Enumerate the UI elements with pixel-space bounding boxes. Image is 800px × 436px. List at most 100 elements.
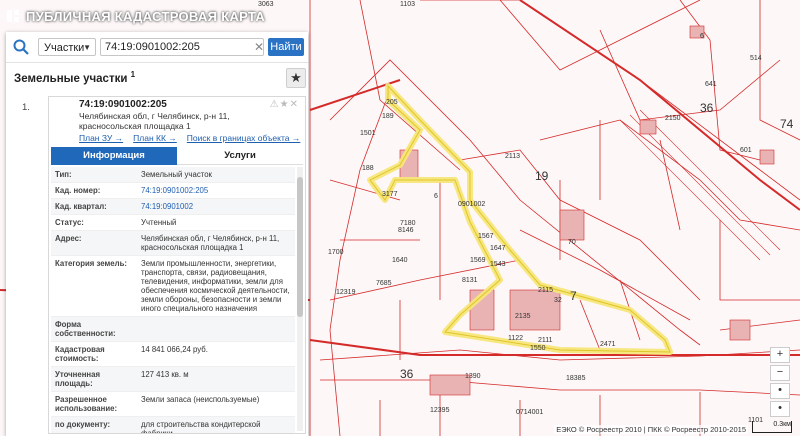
- tab-services[interactable]: Услуги: [177, 147, 303, 165]
- close-icon[interactable]: ✕: [290, 99, 299, 110]
- info-row-value[interactable]: 74:19:0901002: [137, 199, 295, 214]
- map-label: 8146: [398, 227, 414, 234]
- info-scrollbar[interactable]: [297, 167, 303, 431]
- map-label: 1569: [470, 257, 486, 264]
- chevron-down-icon: ▼: [83, 43, 91, 52]
- map-label: 74: [780, 117, 794, 131]
- link-search-in-bounds[interactable]: Поиск в границах объекта →: [187, 133, 301, 143]
- map-label: 2471: [600, 341, 616, 348]
- result-address: Челябинская обл, г Челябинск, р-н 11, кр…: [79, 111, 230, 131]
- clear-icon[interactable]: ✕: [254, 38, 264, 56]
- result-links: План ЗУ → План КК → Поиск в границах объ…: [79, 133, 305, 143]
- info-row: Статус: Учтенный: [51, 215, 295, 231]
- find-button[interactable]: Найти: [268, 38, 304, 56]
- map-label: 1122: [508, 335, 523, 342]
- search-icon[interactable]: [12, 38, 30, 56]
- info-row-key: Разрешенное использование:: [55, 395, 118, 413]
- result-cad-number[interactable]: 74:19:0901002:205: [79, 99, 167, 110]
- results-count: 1: [130, 70, 136, 79]
- info-row: Кад. номер: 74:19:0901002:205: [51, 183, 295, 199]
- link-plan-kk[interactable]: План КК →: [133, 133, 177, 143]
- map-label: 189: [382, 113, 394, 120]
- search-bar: Участки ▼ ✕ Найти: [6, 32, 308, 63]
- star-icon: ★: [290, 70, 302, 85]
- map-label: 18385: [566, 375, 586, 382]
- info-row: Тип: Земельный участок: [51, 167, 295, 183]
- warning-icon[interactable]: ⚠: [270, 99, 280, 110]
- info-row: Кадастровая стоимость: 14 841 066,24 руб.: [51, 342, 295, 367]
- map-label: 7180: [400, 220, 416, 227]
- info-row-value[interactable]: 74:19:0901002:205: [137, 183, 295, 198]
- tab-information[interactable]: Информация: [51, 147, 177, 165]
- app-brand: ПУБЛИЧНАЯ КАДАСТРОВАЯ КАРТА: [6, 6, 265, 26]
- info-row: Уточненная площадь: 127 413 кв. м: [51, 367, 295, 392]
- map-control-button[interactable]: •: [770, 383, 790, 399]
- info-row: Разрешенное использование: Земли запаса (…: [51, 392, 295, 417]
- map-label: 8131: [462, 277, 478, 284]
- card-tools: ⚠★✕: [270, 99, 299, 110]
- info-table: Тип: Земельный участок Кад. номер: 74:19:09…: [51, 167, 295, 434]
- map-label: 1103: [400, 1, 415, 8]
- info-row-value: Учтенный: [141, 218, 177, 227]
- map-label: 1700: [328, 249, 344, 256]
- info-row: Адрес: Челябинская обл, г Челябинск, р-н …: [51, 231, 295, 256]
- zoom-in-button[interactable]: +: [770, 347, 790, 363]
- map-label: 188: [362, 165, 374, 172]
- map-label: 0714001: [516, 409, 543, 416]
- map-label: 1567: [478, 233, 494, 240]
- search-panel: Участки ▼ ✕ Найти Земельные участки 1 ★ …: [6, 32, 308, 436]
- map-label: 514: [750, 55, 762, 62]
- info-row-key: по документу:: [55, 420, 111, 429]
- map-label: 2115: [538, 287, 553, 294]
- info-row-value: [137, 317, 295, 341]
- rosreestr-logo-icon: [7, 10, 19, 22]
- map-label: 32: [554, 297, 562, 304]
- result-index: 1.: [22, 102, 30, 113]
- scrollbar-thumb[interactable]: [297, 177, 303, 317]
- info-row-key: Кадастровая стоимость:: [55, 345, 105, 363]
- copyright: ЕЭКО © Росреестр 2010 | ПКК © Росреестр …: [554, 425, 748, 434]
- results-title-text: Земельные участки: [14, 72, 128, 85]
- object-type-value: Участки: [44, 42, 85, 54]
- map-control-button[interactable]: •: [770, 401, 790, 417]
- object-type-select[interactable]: Участки ▼: [38, 38, 96, 56]
- info-row-value: для строительства кондитерской фабрики,: [141, 420, 261, 434]
- info-row-value: Челябинская обл, г Челябинск, р-н 11, кр…: [141, 234, 280, 252]
- info-row-value: Земельный участок: [141, 170, 212, 179]
- map-label: 7: [570, 289, 577, 303]
- info-row-key: Категория земель:: [55, 259, 127, 268]
- info-row-key: Адрес:: [55, 234, 82, 243]
- map-label: 601: [740, 147, 752, 154]
- map-label: 1501: [360, 130, 376, 137]
- star-outline-icon[interactable]: ★: [280, 99, 290, 110]
- search-input[interactable]: [100, 38, 264, 56]
- favorite-button[interactable]: ★: [286, 68, 306, 88]
- map-label: 2111: [538, 337, 553, 344]
- info-row: Категория земель: Земли промышленности, э…: [51, 256, 295, 317]
- results-title: Земельные участки 1: [14, 70, 135, 85]
- zoom-out-button[interactable]: −: [770, 365, 790, 381]
- map-label: 3177: [382, 191, 398, 198]
- map-label: 2113: [505, 153, 520, 160]
- app-title: ПУБЛИЧНАЯ КАДАСТРОВАЯ КАРТА: [26, 8, 266, 24]
- map-label: 70: [568, 239, 576, 246]
- map-label: 1390: [465, 373, 481, 380]
- map-label: 19: [535, 169, 549, 183]
- info-row-key: Форма собственности:: [55, 320, 116, 338]
- map-label: 1550: [530, 345, 546, 352]
- map-label: 641: [705, 81, 717, 88]
- info-row: Кад. квартал: 74:19:0901002: [51, 199, 295, 215]
- map-label: 2135: [515, 313, 531, 320]
- result-tabs: Информация Услуги: [51, 147, 303, 165]
- info-row-value: 127 413 кв. м: [141, 370, 189, 379]
- info-row-key: Кад. номер:: [55, 186, 101, 195]
- info-row-value: Земли промышленности, энергетики, трансп…: [141, 259, 290, 313]
- info-row: по документу: для строительства кондитерс…: [51, 417, 295, 434]
- map-label: 7685: [376, 280, 392, 287]
- result-card: 74:19:0901002:205 ⚠★✕ Челябинская обл, г…: [48, 96, 306, 434]
- map-label: 36: [700, 101, 714, 115]
- info-row-value: 14 841 066,24 руб.: [141, 345, 208, 354]
- map-label: 1543: [490, 261, 506, 268]
- link-plan-zu[interactable]: План ЗУ →: [79, 133, 123, 143]
- map-label: 12319: [336, 289, 356, 296]
